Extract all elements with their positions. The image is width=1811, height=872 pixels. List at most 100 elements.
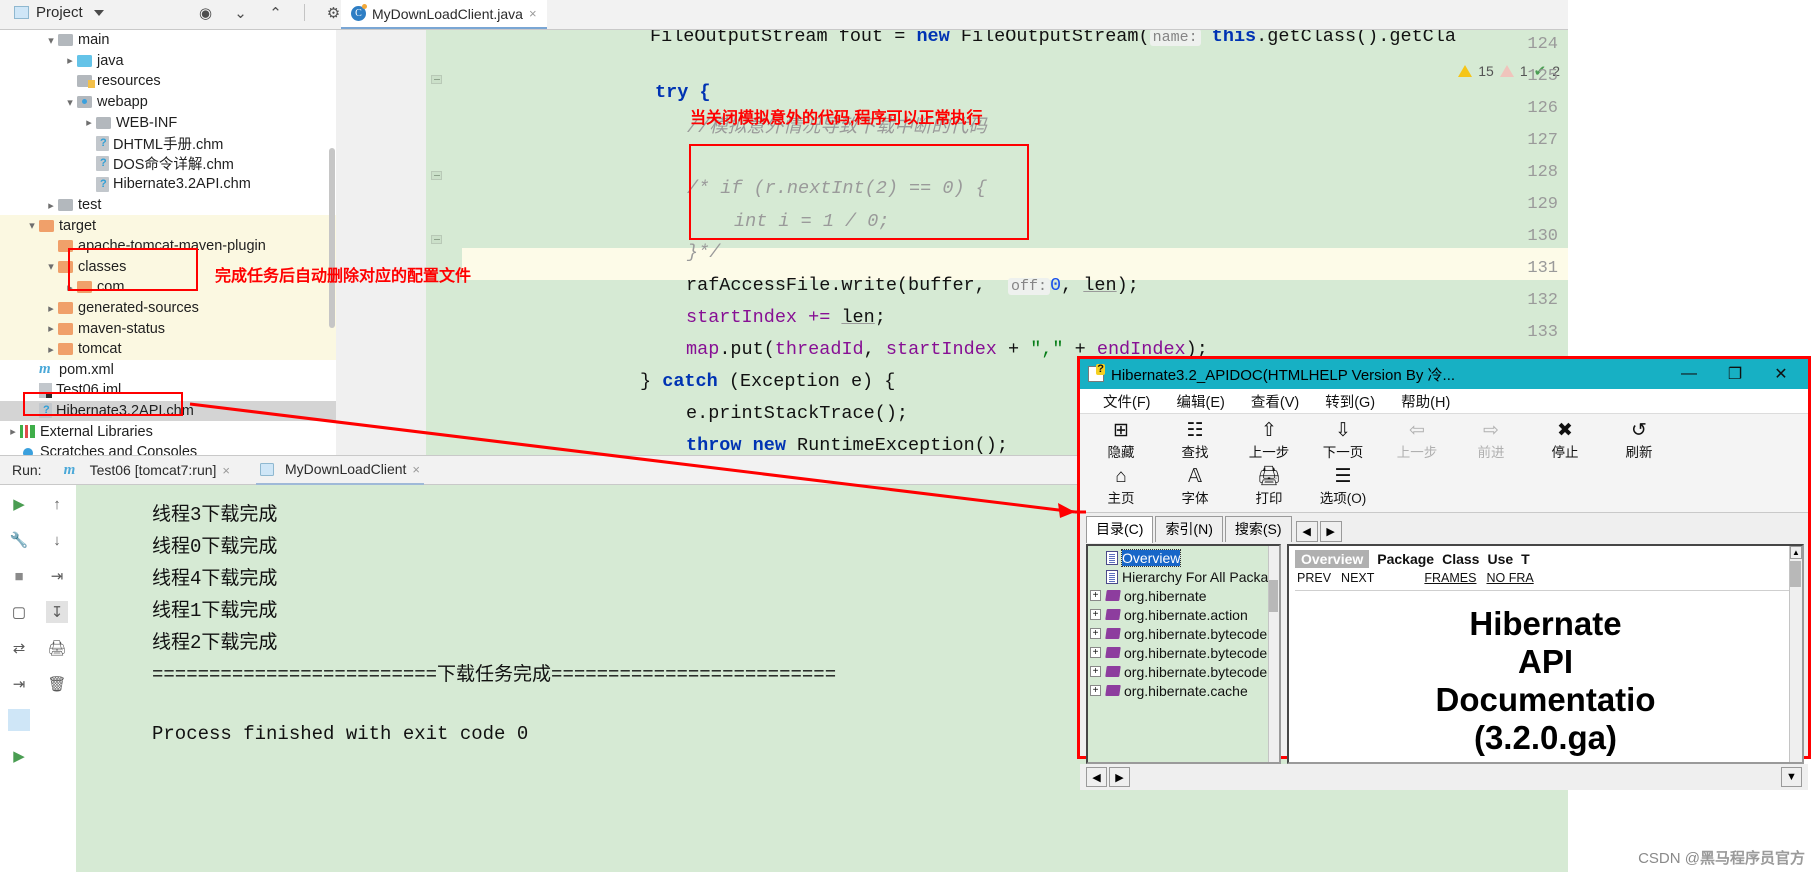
scroll-up-icon[interactable]: ▲ <box>1790 546 1802 559</box>
expand-icon[interactable]: + <box>1090 647 1101 658</box>
tab-search[interactable]: 搜索(S) <box>1224 516 1292 542</box>
help-toolbar-button[interactable]: ↺ 刷新 <box>1602 418 1676 464</box>
tree-item[interactable]: Scratches and Consoles <box>0 442 336 455</box>
toc-item[interactable]: + org.hibernate <box>1090 586 1279 605</box>
fold-marker[interactable] <box>431 171 444 184</box>
nav-use[interactable]: Use <box>1487 551 1513 567</box>
chevron-down-icon[interactable]: ▾ <box>63 96 77 109</box>
chevron-right-icon[interactable]: ▸ <box>82 116 96 129</box>
toc-item[interactable]: + org.hibernate.bytecode <box>1090 624 1279 643</box>
help-title-bar[interactable]: Hibernate3.2_APIDOC(HTMLHELP Version By … <box>1080 359 1808 389</box>
menu-edit[interactable]: 编辑(E) <box>1164 391 1238 412</box>
close-icon[interactable]: × <box>412 462 420 477</box>
help-toolbar-button[interactable]: ⌂ 主页 <box>1084 464 1158 510</box>
tabs-next-icon[interactable]: ▶ <box>1319 521 1342 542</box>
close-icon[interactable]: × <box>529 6 537 21</box>
status-next-icon[interactable]: ▶ <box>1109 767 1130 787</box>
chevron-right-icon[interactable]: ▸ <box>6 425 20 438</box>
help-toolbar-button[interactable]: ☰ 选项(O) <box>1306 464 1380 510</box>
link-no-frames[interactable]: NO FRA <box>1486 571 1533 585</box>
chevron-right-icon[interactable]: ▸ <box>44 199 58 212</box>
export-icon[interactable]: ⇥ <box>8 673 30 695</box>
help-toolbar-button[interactable]: ⇩ 下一页 <box>1306 418 1380 464</box>
maximize-button[interactable]: ❐ <box>1712 360 1758 388</box>
nav-overview[interactable]: Overview <box>1295 550 1370 568</box>
help-toolbar-button[interactable]: 𝔸 字体 <box>1158 464 1232 510</box>
expand-all-icon[interactable]: ⌃ <box>266 3 285 22</box>
tree-item[interactable]: ▸ maven-status <box>0 318 336 339</box>
chevron-down-icon[interactable]: ▾ <box>25 219 39 232</box>
soft-wrap-icon[interactable]: ⇥ <box>46 565 68 587</box>
chevron-down-icon[interactable] <box>93 9 104 16</box>
up-arrow-icon[interactable]: ↑ <box>46 493 68 515</box>
toc-tree-pane[interactable]: Overview Hierarchy For All Packag + org.hib… <box>1086 544 1281 764</box>
collapse-all-icon[interactable]: ⌄ <box>231 3 250 22</box>
toc-item[interactable]: Overview <box>1090 548 1279 567</box>
wrench-icon[interactable]: 🔧 <box>8 529 30 551</box>
tree-item[interactable]: m pom.xml <box>0 360 336 381</box>
scroll-to-end-icon[interactable]: ↧ <box>46 601 68 623</box>
toc-item[interactable]: Hierarchy For All Packag <box>1090 567 1279 586</box>
help-toolbar-button[interactable]: ✖ 停止 <box>1528 418 1602 464</box>
tree-item[interactable]: resources <box>0 71 336 92</box>
tree-item[interactable]: ▾ main <box>0 30 336 51</box>
nav-package[interactable]: Package <box>1377 551 1434 567</box>
close-icon[interactable]: × <box>222 463 230 478</box>
project-toolwindow-button[interactable]: Project <box>14 4 104 21</box>
doc-scrollbar[interactable]: ▲ <box>1789 546 1802 762</box>
print-icon[interactable]: 🖨 <box>46 637 68 659</box>
expand-icon[interactable]: + <box>1090 590 1101 601</box>
expand-icon[interactable]: + <box>1090 609 1101 620</box>
chevron-right-icon[interactable]: ▸ <box>44 302 58 315</box>
chevron-right-icon[interactable]: ▸ <box>63 54 77 67</box>
nav-tree[interactable]: T <box>1521 551 1530 567</box>
menu-file[interactable]: 文件(F) <box>1090 391 1164 412</box>
link-prev[interactable]: PREV <box>1297 571 1331 585</box>
html-help-window[interactable]: Hibernate3.2_APIDOC(HTMLHELP Version By … <box>1077 356 1811 790</box>
link-frames[interactable]: FRAMES <box>1424 571 1476 585</box>
trash-icon[interactable]: 🗑 <box>46 673 68 695</box>
tree-item[interactable]: ▸ test <box>0 195 336 216</box>
tree-item[interactable]: ▸ External Libraries <box>0 421 336 442</box>
tabs-prev-icon[interactable]: ◀ <box>1295 521 1318 542</box>
toc-item[interactable]: + org.hibernate.cache <box>1090 681 1279 700</box>
fold-marker[interactable] <box>431 75 444 88</box>
camera-icon[interactable]: ▢ <box>8 601 30 623</box>
tree-scrollbar[interactable] <box>329 148 335 328</box>
doc-scroll-thumb[interactable] <box>1790 561 1801 587</box>
tab-contents[interactable]: 目录(C) <box>1086 516 1154 543</box>
tree-item[interactable]: Hibernate3.2API.chm <box>0 174 336 195</box>
down-arrow-icon[interactable]: ↓ <box>46 529 68 551</box>
expand-icon[interactable]: + <box>1090 628 1101 639</box>
status-prev-icon[interactable]: ◀ <box>1086 767 1107 787</box>
toc-item[interactable]: + org.hibernate.bytecode. <box>1090 643 1279 662</box>
chevron-down-icon[interactable]: ▾ <box>44 260 58 273</box>
editor-gutter[interactable] <box>336 30 426 455</box>
tree-item[interactable]: ▸ generated-sources <box>0 297 336 319</box>
tree-item[interactable]: ▸ java <box>0 51 336 72</box>
help-toolbar-button[interactable]: ⇧ 上一步 <box>1232 418 1306 464</box>
target-icon[interactable]: ◉ <box>196 3 215 22</box>
status-scroll-down-icon[interactable]: ▼ <box>1781 767 1802 787</box>
menu-goto[interactable]: 转到(G) <box>1312 391 1388 412</box>
chevron-right-icon[interactable]: ▸ <box>44 343 58 356</box>
bottom-run-icon[interactable]: ▶ <box>8 745 30 767</box>
tree-item[interactable]: ▾ webapp <box>0 92 336 113</box>
chevron-right-icon[interactable]: ▸ <box>44 322 58 335</box>
toc-scroll-thumb[interactable] <box>1269 580 1278 612</box>
help-toolbar-button[interactable]: ⊞ 隐藏 <box>1084 418 1158 464</box>
toc-scrollbar[interactable] <box>1268 546 1279 762</box>
menu-help[interactable]: 帮助(H) <box>1388 391 1463 412</box>
fold-marker[interactable] <box>431 235 444 248</box>
tree-item[interactable]: ▾ target <box>0 215 336 236</box>
minimize-button[interactable]: — <box>1666 360 1712 388</box>
tree-item[interactable]: ▸ WEB-INF <box>0 112 336 133</box>
tree-item[interactable]: DOS命令详解.chm <box>0 154 336 175</box>
help-toolbar-button[interactable]: 🖨 打印 <box>1232 464 1306 510</box>
doc-content-pane[interactable]: Overview Package Class Use T PREV NEXT F… <box>1287 544 1804 764</box>
help-toolbar-button[interactable]: ☷ 查找 <box>1158 418 1232 464</box>
menu-view[interactable]: 查看(V) <box>1238 391 1312 412</box>
link-next[interactable]: NEXT <box>1341 571 1374 585</box>
tree-item[interactable]: ▸ tomcat <box>0 338 336 360</box>
run-tab-test06[interactable]: m Test06 [tomcat7:run] × <box>60 456 234 485</box>
